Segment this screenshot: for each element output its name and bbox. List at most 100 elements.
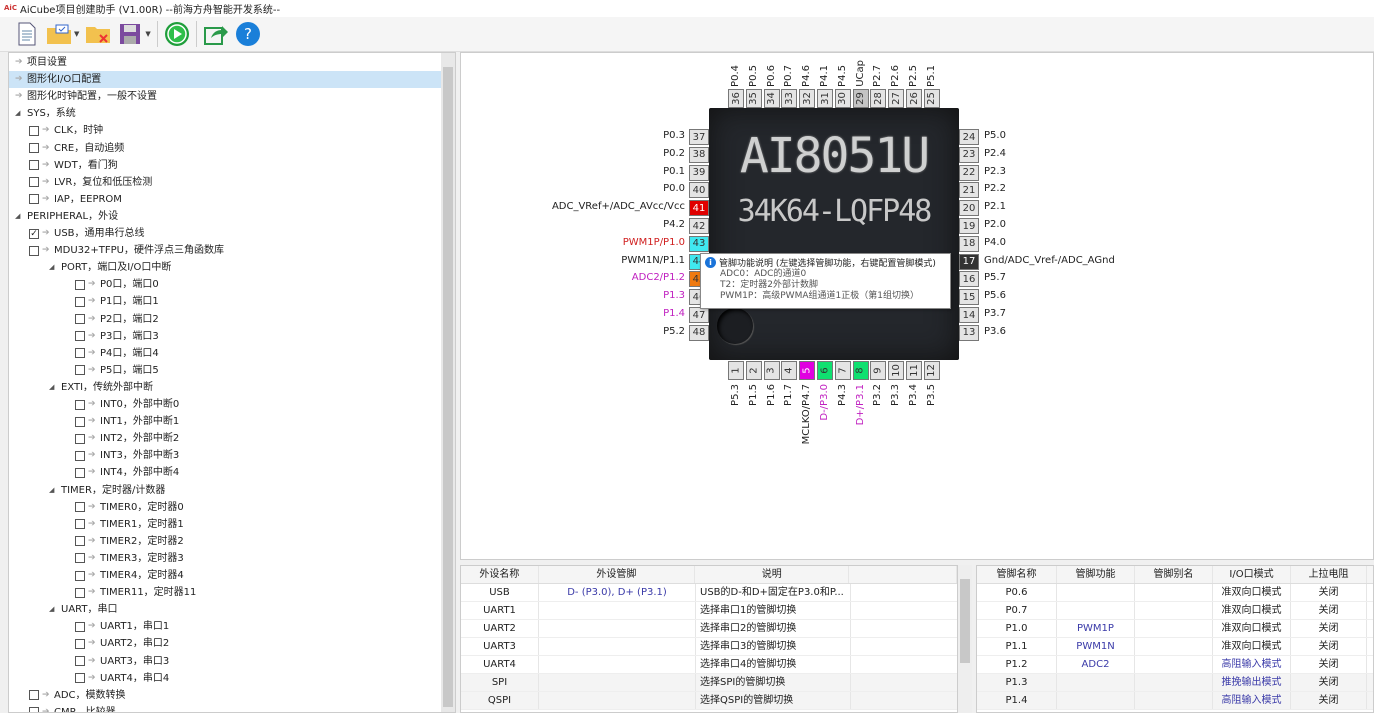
table-row[interactable]: P1.2 ADC2 高阻输入模式 关闭 — [977, 656, 1373, 674]
checkbox[interactable] — [75, 279, 85, 290]
pin-19[interactable]: 19 — [959, 218, 979, 234]
tree-item[interactable]: ➔ 图形化时钟配置，一般不设置 — [15, 88, 157, 105]
checkbox[interactable] — [29, 177, 39, 188]
checkbox[interactable] — [75, 502, 85, 513]
tree-item[interactable]: ➔ CMP，比较器 — [29, 704, 116, 712]
tree-item[interactable]: ➔ INT3，外部中断3 — [75, 447, 179, 464]
peripheral-table-scrollbar-thumb[interactable] — [960, 579, 970, 663]
pin-9[interactable]: 9 — [870, 361, 887, 380]
tree-item[interactable]: ➔ UART1，串口1 — [75, 618, 169, 635]
pin-5[interactable]: 5 — [799, 361, 816, 380]
column-header[interactable]: 说明 — [695, 566, 850, 583]
checkbox[interactable] — [75, 348, 85, 359]
table-row[interactable]: P1.3 推挽输出模式 关闭 — [977, 674, 1373, 692]
checkbox[interactable] — [75, 621, 85, 632]
checkbox[interactable] — [75, 450, 85, 461]
pin-30[interactable]: 30 — [834, 89, 851, 108]
pin-41[interactable]: 41 — [689, 200, 709, 217]
tree-item[interactable]: ➔ P5口，端口5 — [75, 362, 159, 379]
tree-item[interactable]: ➔ WDT，看门狗 — [29, 157, 118, 174]
column-header[interactable]: 管脚功能 — [1057, 566, 1135, 583]
pin-35[interactable]: 35 — [745, 89, 762, 108]
tree-item[interactable]: ➔ 图形化I/O口配置 — [9, 71, 441, 89]
tree-scrollbar-thumb[interactable] — [443, 67, 453, 707]
table-row[interactable]: UART4 选择串口4的管脚切换 — [461, 656, 957, 674]
tree-item[interactable]: ➔ CLK，时钟 — [29, 122, 103, 139]
tree-item[interactable]: ➔ INT0，外部中断0 — [75, 396, 179, 413]
pin-39[interactable]: 39 — [689, 164, 709, 181]
tree-item[interactable]: ➔ 项目设置 — [15, 54, 67, 71]
table-row[interactable]: P1.0 PWM1P 准双向口模式 关闭 — [977, 620, 1373, 638]
table-row[interactable]: QSPI 选择QSPI的管脚切换 — [461, 692, 957, 710]
pin-17[interactable]: 17 — [959, 253, 979, 270]
pin-38[interactable]: 38 — [689, 146, 709, 163]
pin-24[interactable]: 24 — [959, 129, 979, 145]
pin-2[interactable]: 2 — [745, 361, 762, 380]
open-project-icon[interactable] — [46, 21, 72, 47]
checkbox[interactable] — [29, 160, 39, 171]
table-row[interactable]: UART3 选择串口3的管脚切换 — [461, 638, 957, 656]
checkbox[interactable] — [75, 331, 85, 342]
pin-40[interactable]: 40 — [689, 182, 709, 199]
checkbox[interactable] — [29, 194, 39, 205]
table-row[interactable]: UART2 选择串口2的管脚切换 — [461, 620, 957, 638]
pin-15[interactable]: 15 — [959, 289, 979, 306]
tree-item[interactable]: ➔ UART2，串口2 — [75, 635, 169, 652]
tree-item[interactable]: ➔ MDU32+TFPU，硬件浮点三角函数库 — [29, 242, 224, 259]
tree-item[interactable]: ➔ TIMER3，定时器3 — [75, 550, 184, 567]
tree-item[interactable]: ➔ CRE，自动追频 — [29, 140, 124, 157]
pin-34[interactable]: 34 — [763, 89, 780, 108]
checkbox[interactable] — [29, 143, 39, 153]
expand-triangle-icon[interactable]: ◢ — [49, 601, 61, 618]
pin-6[interactable]: 6 — [817, 361, 833, 380]
pin-10[interactable]: 10 — [888, 361, 905, 380]
pin-1[interactable]: 1 — [728, 361, 744, 380]
checkbox[interactable] — [75, 536, 85, 547]
checkbox[interactable] — [75, 314, 85, 324]
checkbox[interactable] — [29, 245, 39, 256]
run-icon[interactable] — [164, 21, 190, 47]
tree-item[interactable]: ➔ TIMER2，定时器2 — [75, 533, 184, 550]
pin-11[interactable]: 11 — [906, 361, 922, 380]
pin-32[interactable]: 32 — [799, 89, 816, 108]
pin-4[interactable]: 4 — [781, 361, 798, 380]
tree-item[interactable]: ➔ TIMER4，定时器4 — [75, 567, 184, 584]
checkbox[interactable] — [29, 690, 39, 701]
tree-item[interactable]: ✓ ➔ USB，通用串行总线 — [29, 225, 145, 242]
checkbox[interactable] — [75, 416, 85, 427]
tree-item[interactable]: ➔ ADC，模数转换 — [29, 687, 126, 704]
tree-item[interactable]: ◢ UART，串口 — [49, 601, 118, 618]
expand-triangle-icon[interactable]: ◢ — [15, 105, 27, 122]
table-row[interactable]: P1.4 高阻输入模式 关闭 — [977, 692, 1373, 710]
pin-18[interactable]: 18 — [959, 235, 979, 252]
pin-47[interactable]: 47 — [689, 307, 709, 323]
pin-13[interactable]: 13 — [959, 324, 979, 341]
tree-item[interactable]: ➔ P2口，端口2 — [75, 311, 159, 328]
new-file-icon[interactable] — [14, 21, 40, 47]
export-icon[interactable] — [203, 21, 229, 47]
pin-26[interactable]: 26 — [906, 89, 922, 108]
tree-item[interactable]: ◢ PORT，端口及I/O口中断 — [49, 259, 171, 276]
tree-item[interactable]: ➔ INT1，外部中断1 — [75, 413, 179, 430]
pin-3[interactable]: 3 — [763, 361, 780, 380]
tree-item[interactable]: ➔ P3口，端口3 — [75, 328, 159, 345]
save-dropdown-icon[interactable]: ▼ — [145, 30, 150, 38]
checkbox[interactable] — [75, 638, 85, 649]
tree-item[interactable]: ➔ P4口，端口4 — [75, 345, 159, 362]
column-header[interactable]: I/O口模式 — [1213, 566, 1291, 583]
checkbox[interactable] — [29, 125, 39, 136]
tree-item[interactable]: ➔ INT4，外部中断4 — [75, 464, 179, 481]
column-header[interactable]: 上拉电阻 — [1291, 566, 1367, 583]
checkbox[interactable] — [75, 656, 85, 666]
checkbox[interactable] — [75, 467, 85, 478]
pin-25[interactable]: 25 — [923, 89, 940, 108]
pin-36[interactable]: 36 — [728, 89, 744, 108]
tree-item[interactable]: ➔ UART3，串口3 — [75, 653, 169, 670]
tree-item[interactable]: ◢ SYS，系统 — [15, 105, 76, 122]
column-header[interactable]: 管脚名称 — [977, 566, 1057, 583]
checkbox[interactable] — [75, 570, 85, 581]
pin-7[interactable]: 7 — [834, 361, 851, 380]
pin-33[interactable]: 33 — [781, 89, 798, 108]
pin-12[interactable]: 12 — [923, 361, 940, 380]
open-dropdown-icon[interactable]: ▼ — [74, 30, 79, 38]
